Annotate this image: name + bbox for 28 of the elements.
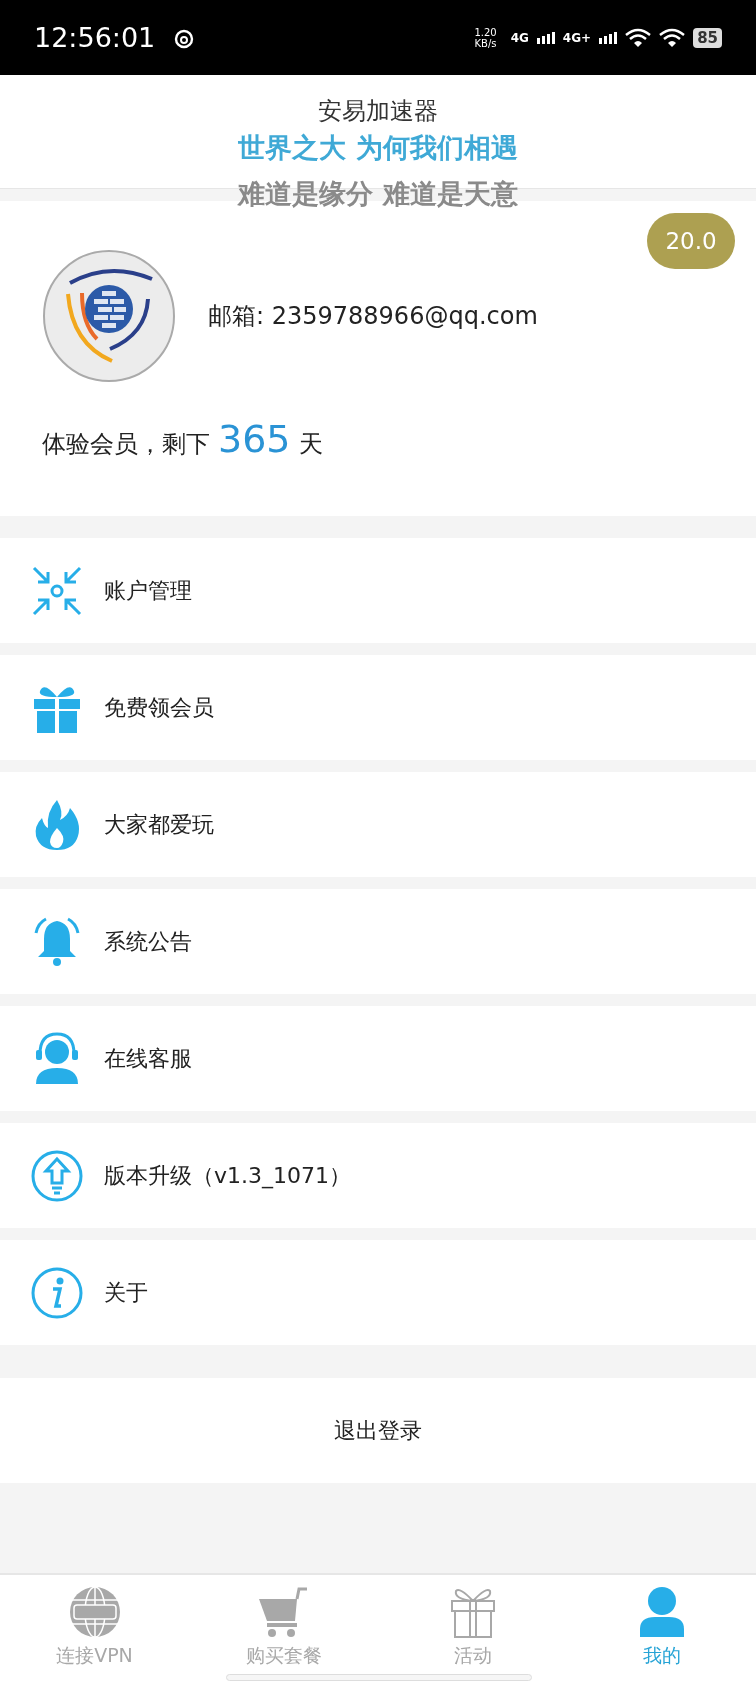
wifi-icon xyxy=(659,27,686,48)
app-title: 安易加速器 xyxy=(318,96,438,127)
menu-item[interactable]: 关于 xyxy=(0,1240,756,1345)
email-text: 邮箱: 2359788966@qq.com xyxy=(208,301,538,332)
wifi-icon xyxy=(625,27,652,48)
network-type: 4G xyxy=(510,30,529,45)
menu-item[interactable]: 在线客服 xyxy=(0,1006,756,1111)
membership-label: 体验会员，剩下 xyxy=(42,429,210,460)
days-unit: 天 xyxy=(298,429,323,460)
info-icon xyxy=(30,1265,84,1320)
menu-item[interactable]: 系统公告 xyxy=(0,889,756,994)
signal-icon xyxy=(599,31,618,44)
network-type: 4G+ xyxy=(562,30,592,45)
speed-unit: KB/s xyxy=(474,37,497,49)
speed-value: 1.20 xyxy=(474,26,497,38)
menu-item[interactable]: 版本升级（v1.3_1071） xyxy=(0,1123,756,1228)
lyric-line: 世界之大 为何我们相遇 xyxy=(238,131,518,165)
menu-item[interactable]: 账户管理 xyxy=(0,538,756,643)
lyric-line: 难道是缘分 难道是天意 xyxy=(238,177,518,211)
globe-icon xyxy=(67,1585,122,1639)
menu-item[interactable]: 免费领会员 xyxy=(0,655,756,760)
balance-badge: 20.0 xyxy=(647,213,735,269)
logout-button[interactable]: 退出登录 xyxy=(0,1378,756,1483)
battery-level: 85 xyxy=(693,27,722,48)
menu-item[interactable]: 大家都爱玩 xyxy=(0,772,756,877)
status-time: 12:56:01 xyxy=(34,22,156,53)
days-count: 365 xyxy=(218,417,291,461)
signal-icon xyxy=(536,31,555,44)
